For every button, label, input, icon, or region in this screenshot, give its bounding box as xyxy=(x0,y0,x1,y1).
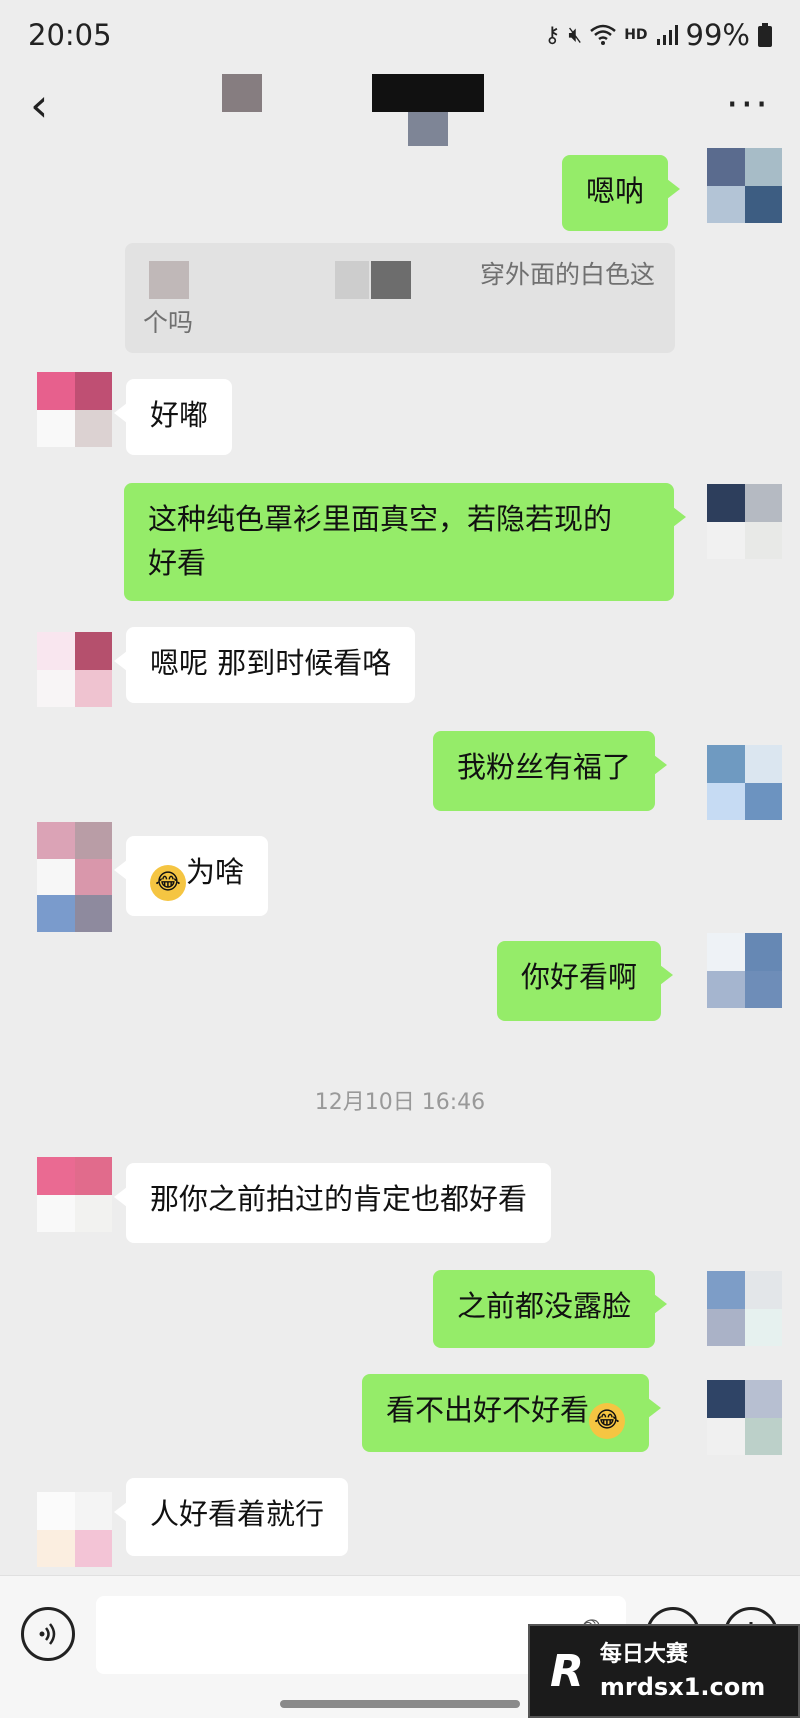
message-text: 你好看啊 xyxy=(521,960,638,994)
message-text: 嗯呐 xyxy=(586,174,645,208)
message-text: 好看 xyxy=(148,546,207,580)
quote-text: 个吗 xyxy=(143,308,194,337)
avatar[interactable] xyxy=(37,372,112,447)
watermark-text: 每日大赛 xyxy=(599,1642,688,1667)
avatar[interactable] xyxy=(37,1492,112,1567)
quoted-message[interactable]: 穿外面的白色这 个吗 xyxy=(125,243,675,353)
quote-redaction xyxy=(371,261,411,299)
message-text: 好嘟 xyxy=(150,398,209,432)
message-text: 为啥 xyxy=(186,855,245,889)
message-bubble-sent[interactable]: 嗯呐 xyxy=(562,155,681,231)
quote-redaction xyxy=(335,261,369,299)
quote-text: 穿外面的白色这 xyxy=(479,260,655,289)
message-text: 那你之前拍过的肯定也都好看 xyxy=(150,1182,528,1216)
watermark-url: mrdsx1.com xyxy=(599,1673,766,1701)
title-redaction xyxy=(222,74,262,112)
battery-level: 99% xyxy=(685,18,750,52)
watermark-logo: R xyxy=(550,1645,584,1697)
battery-icon xyxy=(758,23,772,47)
message-bubble-sent[interactable]: 我粉丝有福了 xyxy=(433,731,668,811)
avatar[interactable] xyxy=(37,1157,112,1232)
home-indicator[interactable] xyxy=(280,1700,520,1708)
avatar[interactable] xyxy=(707,745,782,820)
message-bubble-received[interactable]: 😂 为啥 xyxy=(113,836,269,916)
message-text: 嗯呢 那到时候看咯 xyxy=(150,646,392,680)
crying-laughing-emoji-icon: 😂 xyxy=(150,865,186,901)
crying-laughing-emoji-icon: 😂 xyxy=(589,1403,626,1439)
more-button[interactable]: ··· xyxy=(726,85,770,125)
mute-icon: 🔇︎ xyxy=(568,22,583,48)
message-bubble-received[interactable]: 人好看着就行 xyxy=(113,1478,349,1556)
wifi-icon xyxy=(590,24,616,45)
voice-icon[interactable] xyxy=(21,1607,75,1661)
message-text: 这种纯色罩衫里面真空，若隐若现的 xyxy=(148,502,613,536)
status-bar: 20:05 ⚷ 🔇︎ HD 99% xyxy=(0,0,800,70)
avatar[interactable] xyxy=(37,822,112,932)
avatar[interactable] xyxy=(707,148,782,223)
back-button[interactable]: ‹ xyxy=(30,82,48,128)
status-time: 20:05 xyxy=(28,18,112,52)
avatar[interactable] xyxy=(707,933,782,1008)
avatar[interactable] xyxy=(707,484,782,559)
title-redaction xyxy=(372,74,484,112)
status-icons: ⚷ 🔇︎ HD 99% xyxy=(544,18,772,52)
message-bubble-sent[interactable]: 看不出好不好看 😂 xyxy=(362,1374,662,1452)
message-bubble-received[interactable]: 那你之前拍过的肯定也都好看 xyxy=(113,1163,552,1243)
title-redaction xyxy=(408,112,448,146)
quote-redaction xyxy=(149,261,189,299)
message-text: 看不出好不好看 xyxy=(386,1393,590,1427)
key-icon: ⚷ xyxy=(544,22,561,48)
message-text: 我粉丝有福了 xyxy=(457,750,632,784)
message-bubble-sent[interactable]: 这种纯色罩衫里面真空，若隐若现的 好看 xyxy=(124,483,686,601)
avatar[interactable] xyxy=(707,1271,782,1346)
message-bubble-received[interactable]: 好嘟 xyxy=(113,379,233,455)
avatar[interactable] xyxy=(707,1380,782,1455)
message-bubble-sent[interactable]: 之前都没露脸 xyxy=(433,1270,668,1348)
message-text: 之前都没露脸 xyxy=(457,1289,632,1323)
timestamp: 12月10日 16:46 xyxy=(314,1090,486,1115)
avatar[interactable] xyxy=(37,632,112,707)
message-text: 人好看着就行 xyxy=(150,1497,325,1531)
message-bubble-sent[interactable]: 你好看啊 xyxy=(497,941,674,1021)
signal-icon xyxy=(656,25,678,45)
message-bubble-received[interactable]: 嗯呢 那到时候看咯 xyxy=(113,627,416,703)
hd-icon: HD xyxy=(624,27,648,43)
watermark: R 每日大赛 mrdsx1.com xyxy=(528,1624,800,1718)
